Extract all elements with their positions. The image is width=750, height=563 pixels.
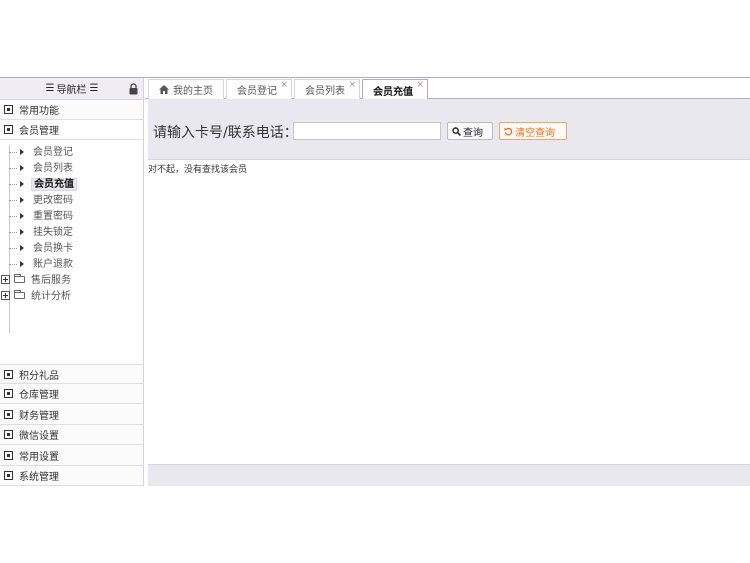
tree-branch [9,200,17,201]
clear-query-button[interactable]: 清空查询 [499,122,567,140]
tree-item-change-card[interactable]: 会员换卡 [0,241,143,256]
panel-label: 财务管理 [19,411,59,422]
panel-wechat-settings[interactable]: 微信设置 [0,425,143,445]
tree-branch [9,232,17,233]
collapse-icon [4,471,13,480]
arrow-right-icon [20,245,24,251]
panel-finance[interactable]: 财务管理 [0,405,143,425]
arrow-right-icon [20,229,24,235]
panel-label: 仓库管理 [19,390,59,401]
tree-branch [9,248,17,249]
panel-member-management[interactable]: 会员管理 [0,120,143,140]
query-button[interactable]: 查询 [447,122,493,140]
main-content: 我的主页 会员登记 × 会员列表 × 会员充值 × 请输入卡号/联系电话： 查询… [146,78,750,486]
tree-branch [9,216,17,217]
close-icon[interactable]: × [416,80,424,90]
app-window: ☰ 导航栏 ☰ 常用功能 会员管理 会员登记 会员列表 会员充值 更改密码 重置… [0,77,750,486]
tab-label: 会员登记 [237,86,277,97]
tree-item-label: 会员登记 [33,147,73,158]
collapse-icon [4,410,13,419]
panel-common-settings[interactable]: 常用设置 [0,446,143,466]
collapse-icon [4,125,13,134]
panel-label: 常用功能 [19,106,59,117]
folder-icon [14,274,25,283]
close-icon[interactable]: × [348,80,356,90]
tree-item-label: 重置密码 [33,211,73,222]
panel-warehouse[interactable]: 仓库管理 [0,384,143,404]
card-phone-input[interactable] [293,122,441,140]
tree-branch [9,264,17,265]
tree-item-label: 会员充值 [31,178,77,191]
tab-home[interactable]: 我的主页 [148,79,224,99]
tree-item-member-register[interactable]: 会员登记 [0,145,143,160]
undo-icon [504,127,513,135]
expand-plus-icon[interactable] [1,291,10,300]
expand-plus-icon[interactable] [1,275,10,284]
arrow-right-icon [20,149,24,155]
nav-header: ☰ 导航栏 ☰ [0,78,143,100]
panel-label: 常用设置 [19,452,59,463]
tree-item-label: 会员换卡 [33,243,73,254]
tree-item-label: 会员列表 [33,163,73,174]
arrow-right-icon [20,213,24,219]
tree-item-member-recharge[interactable]: 会员充值 [0,177,143,192]
nav-title: 导航栏 [56,85,87,96]
tree-group-after-sales[interactable]: 售后服务 [0,273,143,288]
footer-bar [148,464,750,486]
tree-item-member-list[interactable]: 会员列表 [0,161,143,176]
tree-item-label: 账户退款 [33,259,73,270]
home-icon [159,85,169,94]
search-label: 请输入卡号/联系电话： [153,125,298,141]
tree-branch [9,152,17,153]
folder-icon [14,290,25,299]
tree-item-reset-password[interactable]: 重置密码 [0,209,143,224]
collapse-icon [4,105,13,114]
menu-icon: ☰ [45,83,55,94]
tab-label: 会员列表 [305,86,345,97]
arrow-right-icon [20,197,24,203]
tab-member-register[interactable]: 会员登记 × [226,79,292,99]
tab-label: 会员充值 [373,86,413,98]
tree-branch [9,184,17,185]
collapse-icon [4,369,13,379]
arrow-right-icon [20,181,24,187]
panel-common-functions[interactable]: 常用功能 [0,100,143,120]
close-icon[interactable]: × [280,80,288,90]
result-area [148,160,750,464]
panel-label: 积分礼品 [19,370,59,382]
tree-item-label: 挂失锁定 [33,227,73,238]
tree-item-label: 更改密码 [33,195,73,206]
sidebar: ☰ 导航栏 ☰ 常用功能 会员管理 会员登记 会员列表 会员充值 更改密码 重置… [0,78,144,486]
tree-group-label: 售后服务 [31,275,71,286]
tree-branch [9,168,17,169]
clear-button-label: 清空查询 [515,127,555,139]
collapse-icon [4,389,13,398]
query-button-label: 查询 [463,127,483,139]
tab-bar: 我的主页 会员登记 × 会员列表 × 会员充值 × [146,78,750,100]
lock-icon[interactable] [129,83,138,95]
arrow-right-icon [20,165,24,171]
tab-member-list[interactable]: 会员列表 × [294,79,360,99]
panel-system-management[interactable]: 系统管理 [0,466,143,486]
tree-item-report-loss[interactable]: 挂失锁定 [0,225,143,240]
tree-group-label: 统计分析 [31,291,71,302]
panel-points-gifts[interactable]: 积分礼品 [0,364,143,384]
panel-label: 微信设置 [19,431,59,442]
panel-label: 会员管理 [19,126,59,137]
tree-item-change-password[interactable]: 更改密码 [0,193,143,208]
search-icon [452,126,461,136]
search-toolbar: 请输入卡号/联系电话： 查询 清空查询 [148,99,750,160]
tree-item-account-refund[interactable]: 账户退款 [0,257,143,272]
tree-group-statistics[interactable]: 统计分析 [0,289,143,304]
arrow-right-icon [20,261,24,267]
tab-member-recharge[interactable]: 会员充值 × [362,79,428,100]
result-message: 对不起，没有查找该会员 [148,165,248,175]
menu-icon: ☰ [89,83,99,94]
collapse-icon [4,430,13,439]
tab-label: 我的主页 [173,86,213,97]
panel-label: 系统管理 [19,472,59,483]
collapse-icon [4,451,13,460]
